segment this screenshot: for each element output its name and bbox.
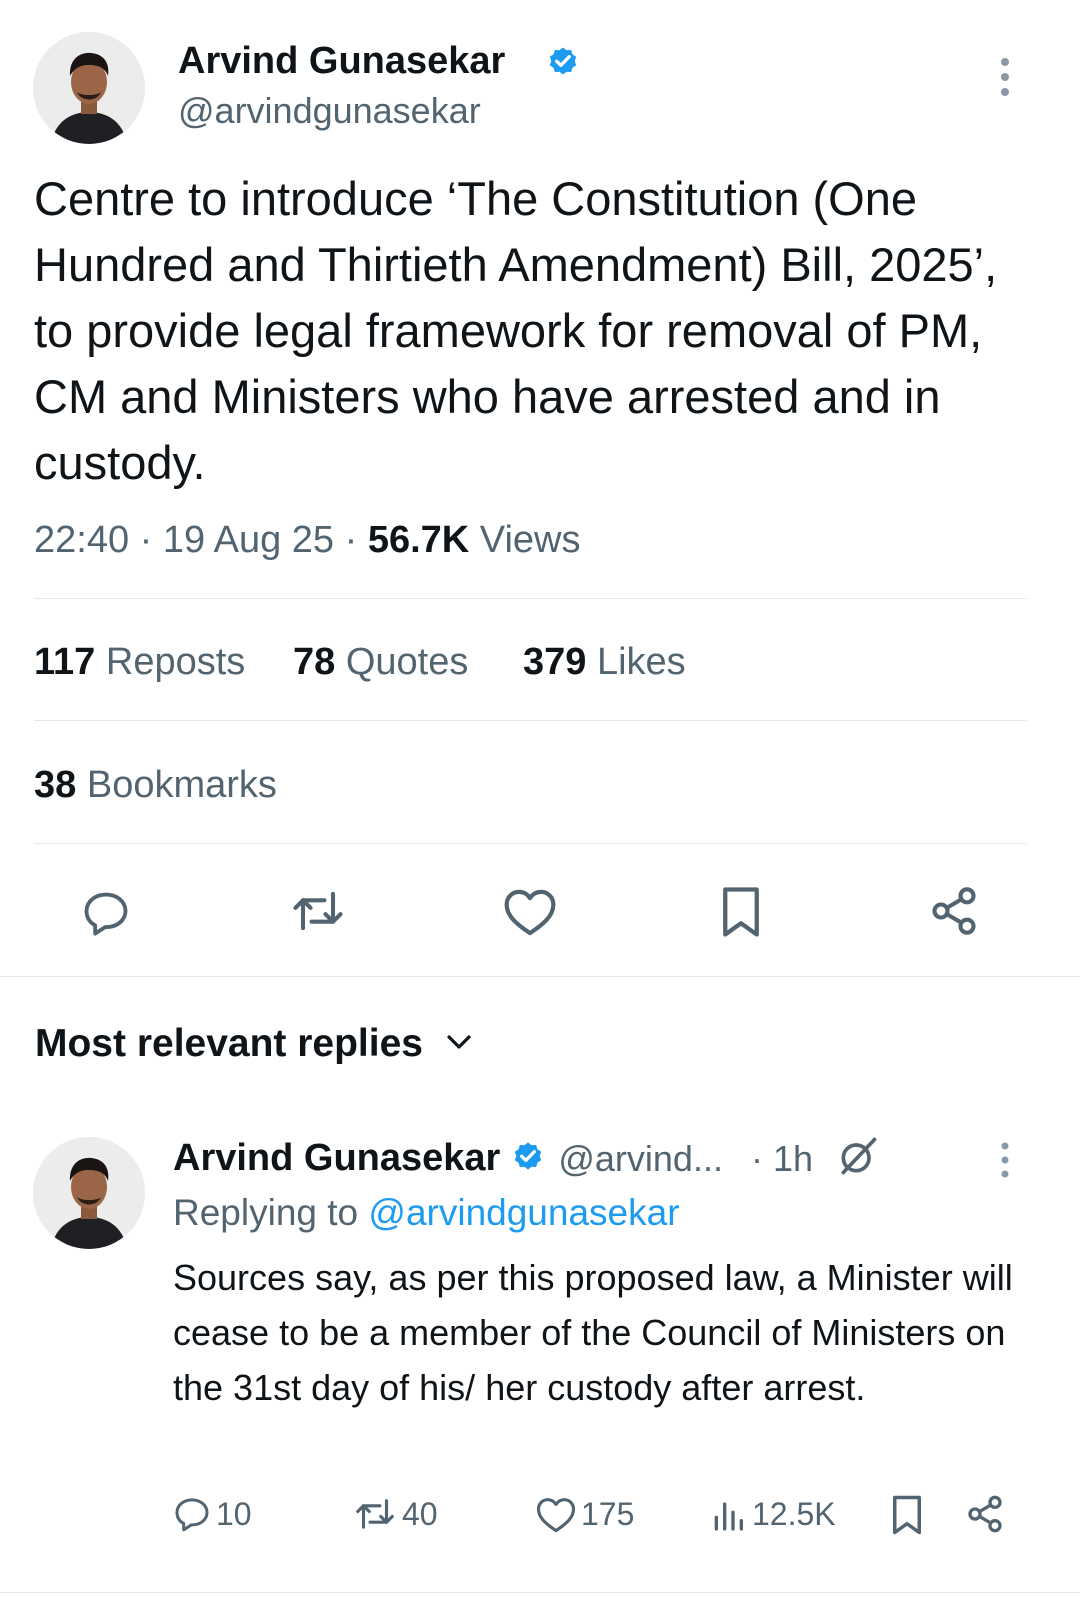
reposts-label: Reposts (105, 641, 246, 683)
views-label: Views (479, 519, 581, 561)
bottom-divider (0, 1592, 1080, 1593)
reply-repost-button[interactable]: 40 (352, 1494, 438, 1534)
reply-time[interactable]: · 1h (751, 1138, 813, 1180)
reply-author-avatar[interactable] (33, 1137, 145, 1249)
tweet-meta: 22:40 · 19 Aug 25 · 56.7K Views (34, 519, 580, 562)
bookmarks-stat[interactable]: 38 Bookmarks (34, 764, 277, 807)
quotes-label: Quotes (345, 641, 469, 683)
reply-header: Arvind Gunasekar @arvind... · 1h (173, 1134, 881, 1183)
replying-to: Replying to @arvindgunasekar (173, 1192, 680, 1234)
quotes-count: 78 (293, 641, 336, 683)
reply-views-button[interactable]: 12.5K (708, 1494, 836, 1534)
divider (34, 598, 1027, 599)
reply-icon[interactable] (79, 887, 133, 939)
reply-share-icon[interactable] (965, 1494, 1005, 1539)
likes-label: Likes (596, 641, 686, 683)
likes-count: 379 (523, 641, 587, 683)
more-options-icon[interactable] (993, 56, 1017, 103)
replies-sort-label: Most relevant replies (35, 1022, 423, 1065)
repost-icon[interactable] (288, 885, 348, 937)
reply-more-options-icon[interactable] (993, 1140, 1017, 1185)
bookmarks-count: 38 (34, 764, 77, 806)
author-handle[interactable]: @arvindgunasekar (178, 90, 481, 132)
reply-replies-count: 10 (216, 1495, 252, 1532)
tweet-time[interactable]: 22:40 (34, 519, 129, 561)
replying-handle-link[interactable]: @arvindgunasekar (368, 1192, 679, 1233)
bookmark-icon[interactable] (720, 885, 762, 939)
quotes-stat[interactable]: 78 Quotes (293, 641, 468, 684)
reply-author-name[interactable]: Arvind Gunasekar (173, 1137, 500, 1180)
chevron-down-icon (445, 1032, 473, 1057)
share-icon[interactable] (928, 885, 980, 937)
reposts-stat[interactable]: 117 Reposts (34, 641, 245, 684)
reply-like-button[interactable]: 175 (535, 1494, 634, 1534)
tweet-text: Centre to introduce ‘The Constitution (O… (34, 172, 998, 489)
replies-sort-dropdown[interactable]: Most relevant replies (35, 1022, 473, 1066)
likes-stat[interactable]: 379 Likes (523, 641, 686, 684)
reposts-count: 117 (34, 641, 96, 683)
reply-bookmark-icon[interactable] (890, 1494, 924, 1541)
divider (34, 843, 1027, 844)
reply-views-count: 12.5K (752, 1495, 836, 1532)
author-name[interactable]: Arvind Gunasekar (178, 40, 505, 83)
tweet-date[interactable]: 19 Aug 25 (163, 519, 334, 561)
divider (34, 720, 1027, 721)
reply-likes-count: 175 (581, 1495, 635, 1532)
meta-separator: · (139, 519, 153, 561)
verified-badge-icon (545, 43, 581, 84)
replying-prefix: Replying to (173, 1192, 359, 1233)
reply-reply-button[interactable]: 10 (172, 1494, 252, 1534)
bookmarks-label: Bookmarks (86, 764, 277, 806)
section-divider (0, 976, 1080, 977)
grok-icon[interactable] (835, 1134, 881, 1183)
reply-text: Sources say, as per this proposed law, a… (173, 1257, 1013, 1408)
reply-author-handle[interactable]: @arvind... (558, 1138, 723, 1180)
like-icon[interactable] (502, 885, 558, 937)
meta-separator: · (344, 519, 358, 561)
verified-badge-icon (510, 1138, 546, 1179)
views-count: 56.7K (367, 519, 470, 561)
author-avatar[interactable] (33, 32, 145, 144)
reply-reposts-count: 40 (402, 1495, 438, 1532)
